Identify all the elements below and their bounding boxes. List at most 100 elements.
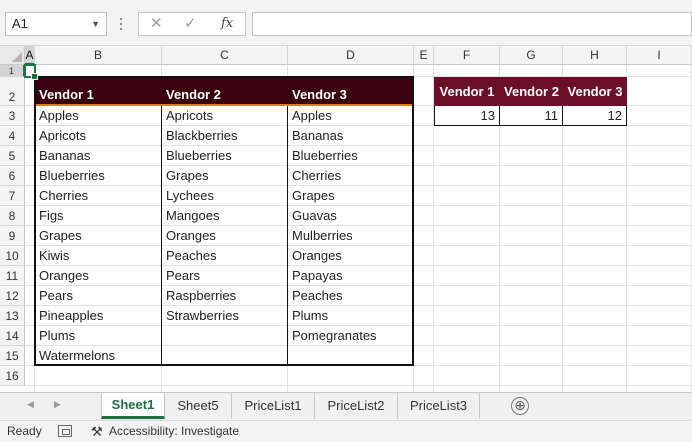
- table-cell[interactable]: Blueberries: [162, 146, 288, 166]
- table-cell[interactable]: Plums: [288, 306, 414, 326]
- row-header-7[interactable]: 7: [0, 186, 25, 206]
- summary-header-cell[interactable]: Vendor 3: [563, 77, 627, 106]
- column-header-e[interactable]: E: [414, 46, 434, 65]
- table-cell[interactable]: Mulberries: [288, 226, 414, 246]
- column-header-b[interactable]: B: [35, 46, 162, 65]
- summary-count-cell[interactable]: 12: [563, 106, 627, 126]
- worksheet-grid: ABCDEFGHI 1 2 3 4 5 6 7 8 9 10 11 12 13 14 15 16 Vendor…: [0, 46, 692, 392]
- table-cell[interactable]: Blackberries: [162, 126, 288, 146]
- accessibility-status[interactable]: Accessibility: Investigate: [109, 421, 239, 442]
- table-cell[interactable]: Kiwis: [35, 246, 162, 266]
- row-header-10[interactable]: 10: [0, 246, 25, 266]
- table-cell[interactable]: Cherries: [288, 166, 414, 186]
- sheet-tab-pricelist2[interactable]: PriceList2: [315, 393, 398, 419]
- column-header-i[interactable]: I: [627, 46, 692, 65]
- formula-input[interactable]: [252, 12, 692, 36]
- sheet-tab-pricelist3[interactable]: PriceList3: [398, 393, 480, 419]
- table-cell[interactable]: Bananas: [35, 146, 162, 166]
- table-cell[interactable]: Raspberries: [162, 286, 288, 306]
- chevron-down-icon[interactable]: ▼: [91, 13, 100, 35]
- table-cell[interactable]: Plums: [35, 326, 162, 346]
- table-cell[interactable]: Apples: [35, 106, 162, 126]
- table-header-cell[interactable]: Vendor 1: [35, 77, 162, 106]
- status-bar: Ready ⚒ Accessibility: Investigate: [0, 420, 692, 442]
- column-header-h[interactable]: H: [563, 46, 627, 65]
- insert-function-icon[interactable]: fx: [221, 15, 233, 33]
- formula-actions: ✕ ✓ fx: [138, 12, 246, 36]
- row-header-8[interactable]: 8: [0, 206, 25, 226]
- table-cell[interactable]: Peaches: [288, 286, 414, 306]
- table-cell[interactable]: Lychees: [162, 186, 288, 206]
- table-column-divider: [287, 106, 288, 366]
- column-header-f[interactable]: F: [434, 46, 500, 65]
- name-box-value: A1: [12, 16, 28, 31]
- column-header-a[interactable]: A: [25, 46, 35, 65]
- table-cell[interactable]: Bananas: [288, 126, 414, 146]
- table-cell[interactable]: Strawberries: [162, 306, 288, 326]
- sheet-tab-pricelist1[interactable]: PriceList1: [232, 393, 315, 419]
- table-cell[interactable]: Peaches: [162, 246, 288, 266]
- table-cell[interactable]: Papayas: [288, 266, 414, 286]
- table-cell[interactable]: Apricots: [162, 106, 288, 126]
- table-cell[interactable]: Figs: [35, 206, 162, 226]
- row-header-13[interactable]: 13: [0, 306, 25, 326]
- status-mode: Ready: [7, 424, 42, 438]
- row-header-16[interactable]: 16: [0, 366, 25, 386]
- summary-header-cell[interactable]: Vendor 2: [500, 77, 563, 106]
- table-column-divider: [161, 106, 162, 366]
- row-header-5[interactable]: 5: [0, 146, 25, 166]
- table-cell[interactable]: Pears: [35, 286, 162, 306]
- scroll-right-icon[interactable]: ▶: [54, 399, 61, 410]
- table-cell[interactable]: Oranges: [35, 266, 162, 286]
- row-header-15[interactable]: 15: [0, 346, 25, 366]
- scroll-left-icon[interactable]: ◀: [27, 399, 34, 410]
- sheet-tab-bar: ◀ ▶ Sheet1 Sheet5 PriceList1 PriceList2 Pric…: [0, 392, 692, 420]
- table-cell[interactable]: Grapes: [35, 226, 162, 246]
- summary-count-cell[interactable]: 13: [434, 106, 500, 126]
- table-cell[interactable]: Grapes: [162, 166, 288, 186]
- name-box[interactable]: A1 ▼: [5, 12, 107, 36]
- macro-recording-icon[interactable]: [58, 425, 72, 437]
- sheet-tab-sheet1[interactable]: Sheet1: [101, 393, 165, 419]
- table-cell[interactable]: Guavas: [288, 206, 414, 226]
- row-header-6[interactable]: 6: [0, 166, 25, 186]
- row-header-9[interactable]: 9: [0, 226, 25, 246]
- table-cell[interactable]: Oranges: [162, 226, 288, 246]
- row-header-12[interactable]: 12: [0, 286, 25, 306]
- table-header-cell[interactable]: Vendor 3: [288, 77, 414, 106]
- table-cell[interactable]: Pomegranates: [288, 326, 414, 346]
- table-cell[interactable]: Watermelons: [35, 346, 162, 366]
- sheet-tab-sheet5[interactable]: Sheet5: [165, 393, 232, 419]
- table-cell[interactable]: Blueberries: [35, 166, 162, 186]
- enter-icon[interactable]: ✓: [184, 15, 197, 33]
- cancel-icon[interactable]: ✕: [150, 15, 163, 33]
- cell-area[interactable]: Vendor 1 Vendor 2 Vendor 3 Apples Apricots Ba…: [24, 64, 692, 392]
- formula-bar-resize-handle[interactable]: [116, 15, 126, 33]
- summary-count-cell[interactable]: 11: [500, 106, 563, 126]
- formula-bar: A1 ▼ ✕ ✓ fx: [0, 0, 692, 46]
- gridline: [25, 385, 692, 386]
- table-cell[interactable]: Pears: [162, 266, 288, 286]
- add-sheet-button[interactable]: ⊕: [511, 397, 529, 415]
- row-header-1[interactable]: 1: [0, 65, 25, 77]
- summary-header-cell[interactable]: Vendor 1: [434, 77, 500, 106]
- table-cell[interactable]: Grapes: [288, 186, 414, 206]
- column-header-g[interactable]: G: [500, 46, 563, 65]
- row-header-2[interactable]: 2: [0, 77, 25, 106]
- select-all-button[interactable]: [0, 46, 25, 65]
- accessibility-icon[interactable]: ⚒: [91, 421, 103, 442]
- row-header-14[interactable]: 14: [0, 326, 25, 346]
- table-cell[interactable]: Apricots: [35, 126, 162, 146]
- table-cell[interactable]: Pineapples: [35, 306, 162, 326]
- table-cell[interactable]: Mangoes: [162, 206, 288, 226]
- column-header-c[interactable]: C: [162, 46, 288, 65]
- row-header-3[interactable]: 3: [0, 106, 25, 126]
- row-header-11[interactable]: 11: [0, 266, 25, 286]
- table-cell[interactable]: Blueberries: [288, 146, 414, 166]
- row-header-4[interactable]: 4: [0, 126, 25, 146]
- column-header-d[interactable]: D: [288, 46, 414, 65]
- table-cell[interactable]: Apples: [288, 106, 414, 126]
- table-cell[interactable]: Oranges: [288, 246, 414, 266]
- table-cell[interactable]: Cherries: [35, 186, 162, 206]
- table-header-cell[interactable]: Vendor 2: [162, 77, 288, 106]
